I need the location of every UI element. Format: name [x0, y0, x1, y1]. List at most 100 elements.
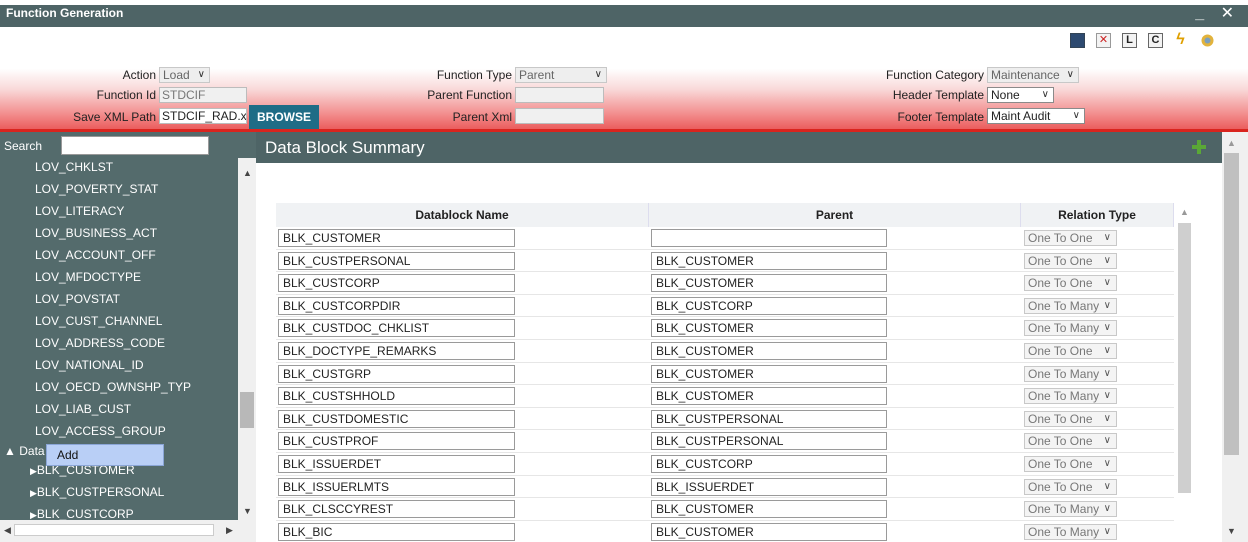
scroll-thumb[interactable] — [1224, 153, 1239, 455]
column-header: Parent — [649, 203, 1021, 227]
function-id-field[interactable]: STDCIF — [159, 87, 247, 103]
generate-icon[interactable]: ϟ — [1173, 32, 1188, 48]
relation-type-select[interactable]: One To Many ∨ — [1024, 320, 1117, 337]
tree-item[interactable]: LOV_LIAB_CUST — [35, 402, 131, 416]
parent-input[interactable]: BLK_CUSTOMER — [651, 387, 887, 406]
tree-node-datablocks[interactable]: ▲ Data — [4, 444, 45, 458]
save-icon[interactable] — [1070, 33, 1085, 48]
function-type-select[interactable]: Parent ∨ — [515, 67, 607, 83]
action-select[interactable]: Load ∨ — [159, 67, 210, 83]
scroll-thumb[interactable] — [240, 392, 254, 428]
header-template-select[interactable]: None ∨ — [987, 87, 1054, 103]
function-category-select[interactable]: Maintenance ∨ — [987, 67, 1079, 83]
parent-input[interactable]: BLK_CUSTOMER — [651, 364, 887, 383]
datablock-name-input[interactable]: BLK_ISSUERDET — [278, 455, 515, 473]
close-icon[interactable]: ✕ — [1096, 33, 1111, 48]
table-vertical-scrollbar[interactable]: ▲ — [1174, 203, 1194, 542]
datablock-name-input[interactable]: BLK_CUSTCORP — [278, 274, 515, 293]
relation-type-select[interactable]: One To One ∨ — [1024, 433, 1117, 450]
tree-item[interactable]: LOV_MFDOCTYPE — [35, 270, 141, 284]
parent-input[interactable]: BLK_CUSTPERSONAL — [651, 432, 887, 451]
chevron-down-icon: ∨ — [1103, 525, 1111, 537]
c-icon[interactable]: C — [1148, 33, 1163, 48]
datablock-name-input[interactable]: BLK_BIC — [278, 522, 515, 541]
browse-button[interactable]: BROWSE — [249, 105, 319, 129]
parent-function-field[interactable] — [515, 87, 604, 103]
l-icon[interactable]: L — [1122, 33, 1137, 48]
tree-item[interactable]: LOV_CUST_CHANNEL — [35, 314, 162, 328]
datablock-name-input[interactable]: BLK_DOCTYPE_REMARKS — [278, 342, 515, 360]
parent-input[interactable]: BLK_CUSTOMER — [651, 342, 887, 360]
sidebar-vertical-scrollbar[interactable]: ▲ ▼ — [238, 158, 256, 520]
save-xml-path-field[interactable]: STDCIF_RAD.xml — [159, 108, 247, 124]
datablock-name-input[interactable]: BLK_CUSTCORPDIR — [278, 296, 515, 315]
tree-item[interactable]: LOV_ACCOUNT_OFF — [35, 248, 156, 262]
release-icon[interactable] — [1200, 33, 1215, 48]
parent-xml-field[interactable] — [515, 108, 604, 124]
datablock-name-input[interactable]: BLK_CUSTDOMESTIC — [278, 409, 515, 428]
tree-item[interactable]: LOV_BUSINESS_ACT — [35, 226, 157, 240]
footer-template-select[interactable]: Maint Audit ∨ — [987, 108, 1085, 124]
parent-input[interactable]: BLK_CUSTCORP — [651, 296, 887, 315]
relation-type-select[interactable]: One To One ∨ — [1024, 410, 1117, 427]
parent-input[interactable]: BLK_CUSTOMER — [651, 522, 887, 541]
relation-type-select[interactable]: One To Many ∨ — [1024, 365, 1117, 382]
scroll-thumb[interactable] — [14, 524, 214, 536]
datablock-name-input[interactable]: BLK_CUSTOMER — [278, 229, 515, 247]
datablock-name-input[interactable]: BLK_CUSTDOC_CHKLIST — [278, 319, 515, 338]
chevron-down-icon: ∨ — [1103, 480, 1111, 492]
tree-item[interactable]: LOV_OECD_OWNSHP_TYP — [35, 380, 191, 394]
parent-input[interactable]: BLK_CUSTOMER — [651, 319, 887, 338]
relation-type-select[interactable]: One To One ∨ — [1024, 275, 1117, 292]
parent-input[interactable]: BLK_CUSTPERSONAL — [651, 409, 887, 428]
tree-item[interactable]: LOV_LITERACY — [35, 204, 124, 218]
main-vertical-scrollbar[interactable]: ▲ ▼ — [1222, 132, 1248, 542]
add-icon[interactable] — [1192, 140, 1206, 154]
relation-type-select[interactable]: One To Many ∨ — [1024, 523, 1117, 540]
relation-type-select[interactable]: One To One ∨ — [1024, 343, 1117, 359]
chevron-down-icon: ∨ — [1103, 503, 1111, 515]
parent-input[interactable]: BLK_CUSTOMER — [651, 251, 887, 270]
datablock-name-input[interactable]: BLK_CLSCCYREST — [278, 500, 515, 519]
tree-item[interactable]: LOV_NATIONAL_ID — [35, 358, 143, 372]
parent-input[interactable] — [651, 229, 887, 247]
relation-type-select[interactable]: One To Many ∨ — [1024, 501, 1117, 518]
datablock-name-input[interactable]: BLK_CUSTPERSONAL — [278, 251, 515, 270]
datablock-name-input[interactable]: BLK_CUSTGRP — [278, 364, 515, 383]
tree-item[interactable]: LOV_CHKLST — [35, 160, 113, 174]
table-row: BLK_CUSTDOMESTIC BLK_CUSTPERSONAL One To O… — [276, 408, 1174, 431]
relation-type-select[interactable]: One To Many ∨ — [1024, 388, 1117, 405]
window-controls[interactable]: _ ✕ — [1195, 3, 1240, 23]
datablock-name-input[interactable]: BLK_ISSUERLMTS — [278, 477, 515, 496]
parent-input[interactable]: BLK_ISSUERDET — [651, 477, 887, 496]
parent-input[interactable]: BLK_CUSTCORP — [651, 455, 887, 473]
relation-type-select[interactable]: One To One ∨ — [1024, 252, 1117, 269]
scroll-down-icon: ▼ — [243, 506, 252, 516]
context-menu-add[interactable]: Add — [46, 444, 164, 466]
relation-type-select[interactable]: One To One ∨ — [1024, 230, 1117, 246]
search-input[interactable] — [61, 136, 209, 155]
scroll-up-icon: ▲ — [1180, 207, 1189, 217]
chevron-down-icon: ∨ — [1103, 277, 1111, 289]
tree-item[interactable]: LOV_POVERTY_STAT — [35, 182, 158, 196]
datablock-name-input[interactable]: BLK_CUSTSHHOLD — [278, 387, 515, 406]
chevron-down-icon: ∨ — [1072, 110, 1080, 121]
relation-type-select[interactable]: One To One ∨ — [1024, 478, 1117, 495]
tree-child[interactable]: ▶BLK_CUSTCORP — [30, 507, 134, 520]
relation-type-select[interactable]: One To Many ∨ — [1024, 297, 1117, 314]
scroll-thumb[interactable] — [1178, 223, 1191, 493]
tree-item[interactable]: LOV_ACCESS_GROUP — [35, 424, 166, 438]
relation-type-select[interactable]: One To One ∨ — [1024, 456, 1117, 472]
table-row: BLK_BIC BLK_CUSTOMER One To Many ∨ — [276, 521, 1174, 542]
parent-input[interactable]: BLK_CUSTOMER — [651, 500, 887, 519]
table-row: BLK_CUSTCORPDIR BLK_CUSTCORP One To Many ∨ — [276, 295, 1174, 318]
expand-triangle-icon[interactable]: ▲ — [4, 444, 16, 458]
tree-item[interactable]: LOV_POVSTAT — [35, 292, 120, 306]
table-row: BLK_ISSUERLMTS BLK_ISSUERDET One To One ∨ — [276, 476, 1174, 499]
sidebar-horizontal-scrollbar[interactable]: ◀ ▶ — [0, 520, 256, 542]
column-header: Relation Type — [1021, 203, 1174, 227]
parent-input[interactable]: BLK_CUSTOMER — [651, 274, 887, 293]
tree-child[interactable]: ▶BLK_CUSTPERSONAL — [30, 485, 164, 499]
tree-item[interactable]: LOV_ADDRESS_CODE — [35, 336, 165, 350]
datablock-name-input[interactable]: BLK_CUSTPROF — [278, 432, 515, 451]
